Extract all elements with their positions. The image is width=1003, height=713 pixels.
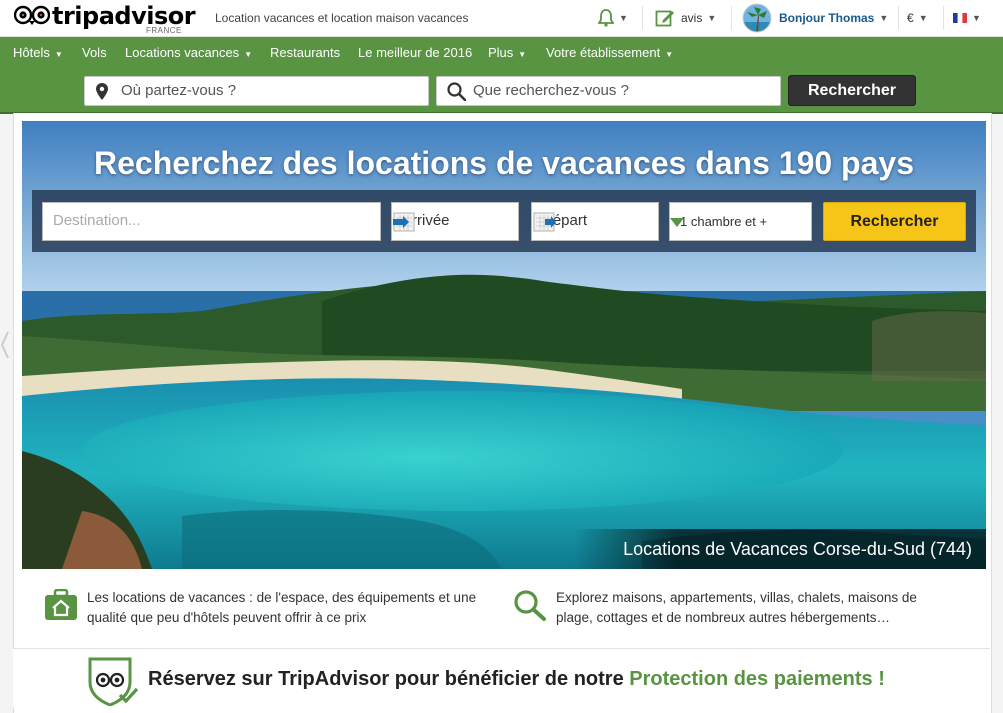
chevron-down-icon	[670, 218, 684, 227]
payment-protection-banner: Réservez sur TripAdvisor pour bénéficier…	[13, 648, 990, 707]
rooms-select[interactable]: 1 chambre et +	[669, 202, 812, 241]
beach-landscape-image	[22, 121, 986, 569]
currency-value: €	[907, 11, 914, 25]
rooms-value: 1 chambre et +	[680, 214, 768, 229]
where-placeholder: Où partez-vous ?	[121, 82, 237, 99]
write-review-icon	[655, 10, 674, 27]
what-placeholder: Que recherchez-vous ?	[473, 82, 629, 99]
divider	[898, 6, 899, 30]
chevron-down-icon: ▼	[972, 13, 981, 23]
logo-country: FRANCE	[146, 26, 182, 35]
feature-text-space: Les locations de vacances : de l'espace,…	[87, 590, 477, 625]
chevron-down-icon: ▼	[665, 50, 674, 59]
where-input[interactable]: Où partez-vous ?	[84, 76, 429, 106]
feature-text-explore: Explorez maisons, appartements, villas, …	[556, 590, 917, 625]
nav-item-more[interactable]: Plus ▼	[488, 37, 526, 68]
nav-item-label: Vols	[82, 45, 107, 60]
what-input[interactable]: Que recherchez-vous ?	[436, 76, 781, 106]
trust-text-prefix: Réservez sur TripAdvisor pour bénéficier…	[148, 668, 624, 690]
checkout-date-field[interactable]: Départ	[531, 202, 659, 241]
calendar-icon	[393, 212, 415, 232]
chevron-down-icon: ▼	[707, 13, 717, 23]
house-suitcase-icon	[45, 589, 77, 620]
user-greeting: Bonjour Thomas	[779, 11, 875, 25]
language-selector[interactable]: ▼	[953, 0, 981, 36]
search-button[interactable]: Rechercher	[788, 75, 916, 106]
destination-placeholder: Destination...	[53, 212, 141, 229]
rental-search-panel: Destination... Arrivée Départ 1 chambre …	[32, 190, 976, 252]
nav-item-label: Plus	[488, 45, 514, 60]
carousel-prev-icon[interactable]	[0, 330, 10, 360]
nav-item-flights[interactable]: Vols	[82, 37, 107, 68]
nav-item-label: Hôtels	[13, 45, 50, 60]
nav-item-label: Restaurants	[270, 45, 341, 60]
divider	[642, 6, 643, 30]
magnifier-icon	[514, 590, 546, 621]
nav-item-vacation-rentals[interactable]: Locations vacances ▼	[125, 37, 252, 68]
reviews-button[interactable]: avis ▼	[655, 0, 716, 36]
shield-owl-icon	[88, 657, 138, 706]
rental-search-button[interactable]: Rechercher	[823, 202, 966, 241]
chevron-down-icon: ▼	[619, 13, 628, 23]
user-menu[interactable]: Bonjour Thomas ▼	[742, 0, 888, 36]
location-pin-icon	[96, 83, 108, 100]
payment-protection-link[interactable]: Protection des paiements !	[629, 668, 885, 690]
chevron-down-icon: ▼	[54, 50, 63, 59]
nav-item-your-business[interactable]: Votre établissement ▼	[546, 37, 673, 68]
destination-input[interactable]: Destination...	[42, 202, 381, 241]
main-nav: Hôtels ▼ Vols Locations vacances ▼ Restaur…	[0, 37, 1003, 68]
hero-title: Recherchez des locations de vacances dan…	[94, 145, 914, 181]
notifications-button[interactable]: ▼	[598, 0, 628, 36]
currency-selector[interactable]: € ▼	[907, 0, 928, 36]
checkin-date-field[interactable]: Arrivée	[391, 202, 519, 241]
search-icon	[447, 82, 466, 101]
hero-banner: Recherchez des locations de vacances dan…	[22, 121, 986, 569]
chevron-down-icon: ▼	[918, 13, 928, 23]
nav-item-best-of-2016[interactable]: Le meilleur de 2016	[358, 37, 472, 68]
nav-item-label: Locations vacances	[125, 45, 240, 60]
chevron-down-icon: ▼	[879, 13, 889, 23]
divider	[943, 6, 944, 30]
france-flag-icon	[953, 13, 967, 23]
reviews-label: avis	[681, 11, 703, 25]
divider	[731, 6, 732, 30]
top-bar: tripadvisor FRANCE Location vacances et …	[0, 0, 1003, 37]
owl-logo-icon	[14, 5, 50, 25]
avatar	[742, 3, 772, 33]
page-tagline: Location vacances et location maison vac…	[215, 11, 469, 25]
payment-protection-text: Réservez sur TripAdvisor pour bénéficier…	[148, 668, 885, 691]
chevron-down-icon: ▼	[244, 50, 253, 59]
chevron-down-icon: ▼	[518, 50, 527, 59]
nav-item-hotels[interactable]: Hôtels ▼	[13, 37, 63, 68]
hero-caption-link[interactable]: Locations de Vacances Corse-du-Sud (744)	[573, 529, 986, 569]
nav-item-label: Le meilleur de 2016	[358, 45, 473, 60]
search-bar: Où partez-vous ? Que recherchez-vous ? R…	[0, 68, 1003, 114]
bell-icon	[598, 9, 614, 27]
nav-item-restaurants[interactable]: Restaurants	[270, 37, 340, 68]
calendar-icon	[533, 212, 556, 232]
nav-item-label: Votre établissement	[546, 45, 661, 60]
